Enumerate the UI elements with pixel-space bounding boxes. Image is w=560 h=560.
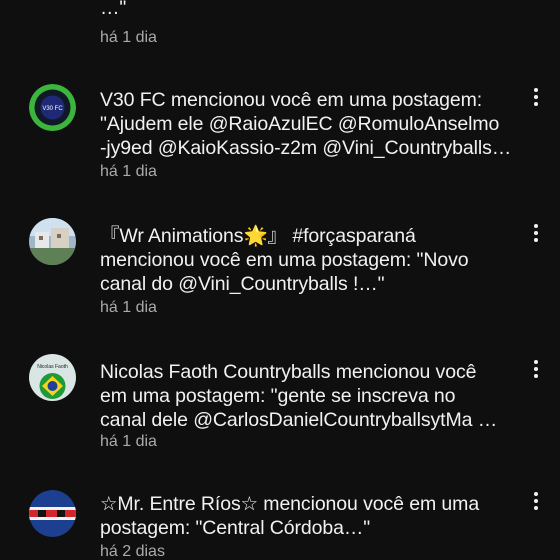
notification-text: Nicolas Faoth Countryballs mencionou voc… [100,360,515,432]
notification-text-line: canal dele @CarlosDanielCountryballsytMa… [100,409,498,431]
notification-item[interactable]: …" há 1 dia [0,0,560,50]
more-vert-icon[interactable] [528,222,544,246]
channel-avatar-image: V30 FC [29,84,76,131]
notification-text-line: Nicolas Faoth Countryballs mencionou voc… [100,361,477,383]
notification-text-line: …" [100,0,127,19]
avatar-label: Nicolas Faoth [37,364,68,370]
notification-text-line: V30 FC mencionou você em uma postagem: [100,89,483,111]
avatar-label: V30 FC [42,106,63,112]
more-vert-icon[interactable] [528,86,544,110]
notification-text: …" [100,0,515,20]
notification-item[interactable]: ☆Mr. Entre Ríos☆ mencionou você em uma p… [0,488,560,560]
notification-item[interactable]: V30 FC V30 FC mencionou você em uma post… [0,80,560,190]
avatar[interactable]: V30 FC [29,84,76,131]
more-vert-icon[interactable] [528,358,544,382]
notification-text-line: "Ajudem ele @RaioAzulEC @RomuloAnselmo [100,113,500,135]
notification-text-line: mencionou você em uma postagem: "Novo [100,249,469,271]
notification-text-line: canal do @Vini_Countryballs !…" [100,273,385,295]
notification-time: há 1 dia [100,433,157,450]
avatar[interactable]: Nicolas Faoth [29,354,76,401]
notification-text-line: 『Wr Animations🌟』 #forçasparaná [100,225,416,247]
notification-time: há 1 dia [100,29,157,46]
notification-time: há 1 dia [100,299,157,316]
avatar[interactable] [29,218,76,265]
notification-text: 『Wr Animations🌟』 #forçasparaná mencionou… [100,224,515,296]
notification-text-line: postagem: "Central Córdoba…" [100,517,371,539]
notification-text-line: em uma postagem: "gente se inscreva no [100,385,456,407]
channel-avatar-image [29,490,76,537]
channel-avatar-image: Nicolas Faoth [29,354,76,401]
notification-text-line: -jy9ed @KaioKassio-z2m @Vini_Countryball… [100,137,512,159]
notification-text: ☆Mr. Entre Ríos☆ mencionou você em uma p… [100,492,515,540]
more-vert-icon[interactable] [528,490,544,514]
notification-item[interactable]: 『Wr Animations🌟』 #forçasparaná mencionou… [0,216,560,326]
notification-item[interactable]: Nicolas Faoth Nicolas Faoth Countryballs… [0,352,560,462]
notification-time: há 1 dia [100,163,157,180]
notification-text-line: ☆Mr. Entre Ríos☆ mencionou você em uma [100,493,480,515]
notification-text: V30 FC mencionou você em uma postagem: "… [100,88,515,160]
avatar[interactable] [29,490,76,537]
notification-time: há 2 dias [100,543,165,560]
channel-avatar-image [29,218,76,265]
